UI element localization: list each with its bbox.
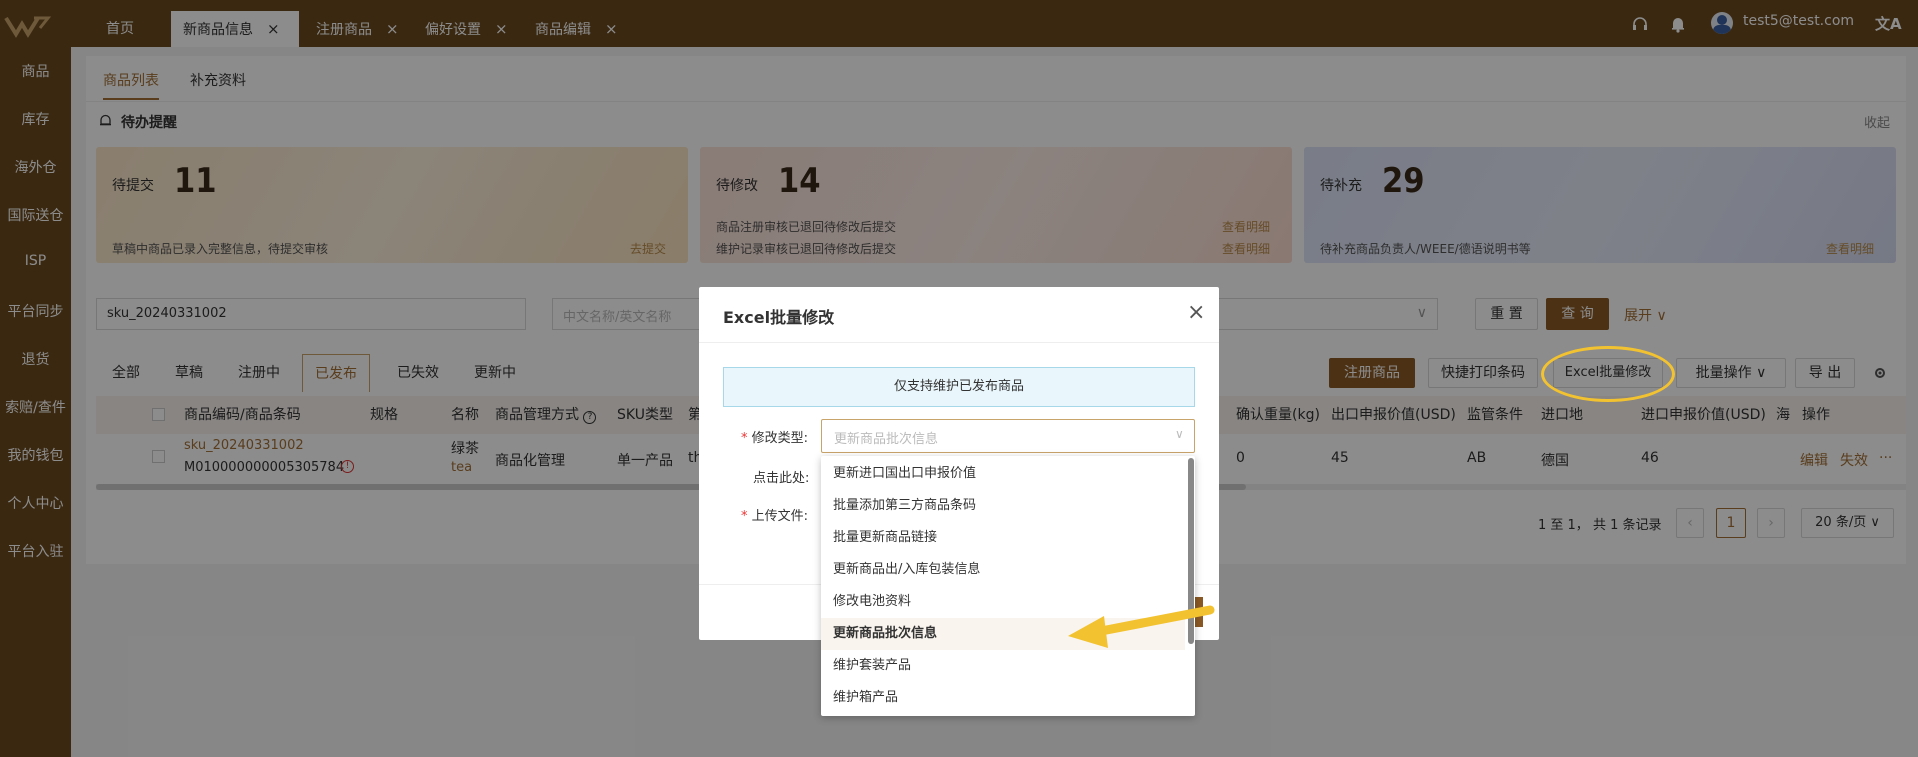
chevron-down-icon: ∨ (1175, 427, 1184, 441)
dropdown-option[interactable]: 批量添加第三方商品条码 (821, 490, 1185, 522)
click-here-label: 点击此处: (753, 471, 810, 486)
dropdown-option[interactable]: 更新商品出/入库包装信息 (821, 554, 1185, 586)
dropdown-option[interactable]: 批量更新商品链接 (821, 522, 1185, 554)
notice-banner: 仅支持维护已发布商品 (723, 367, 1195, 407)
highlight-ellipse (1541, 346, 1675, 402)
arrow-icon (1068, 605, 1215, 648)
close-icon[interactable]: × (1187, 300, 1205, 325)
divider (699, 342, 1219, 343)
type-dropdown-menu: 更新进口国出口申报价值 批量添加第三方商品条码 批量更新商品链接 更新商品出/入… (821, 456, 1195, 716)
dialog-title: Excel批量修改 (723, 308, 835, 327)
upload-label: * 上传文件: (741, 509, 809, 524)
type-label: * 修改类型: (741, 431, 809, 446)
type-select[interactable]: 更新商品批次信息 (821, 419, 1195, 453)
dropdown-option[interactable]: 维护箱产品 (821, 682, 1185, 714)
dropdown-option[interactable]: 更新进口国出口申报价值 (821, 458, 1185, 490)
